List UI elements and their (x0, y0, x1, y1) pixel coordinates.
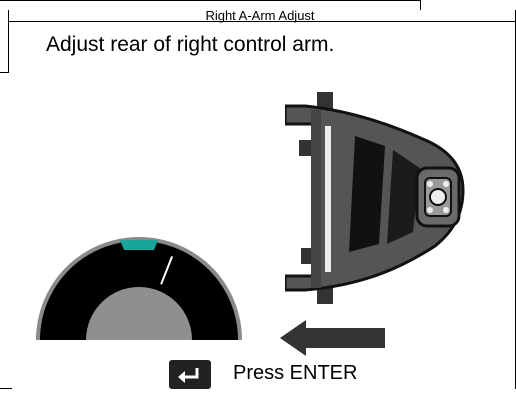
a-arm-bracket-icon (285, 92, 465, 304)
arrow-left-icon (280, 320, 385, 356)
gauge-target-marker (120, 240, 158, 250)
press-enter-label: Press ENTER (233, 362, 358, 384)
frame-left-divider (8, 10, 9, 72)
frame-top-right-tick (420, 0, 421, 10)
frame-top-line (0, 0, 420, 1)
alignment-gauge (36, 237, 242, 340)
screen-title: Right A-Arm Adjust (205, 8, 315, 23)
instruction-text: Adjust rear of right control arm. (46, 33, 335, 56)
frame-left-stub (0, 72, 9, 73)
enter-key-icon[interactable] (169, 360, 211, 389)
